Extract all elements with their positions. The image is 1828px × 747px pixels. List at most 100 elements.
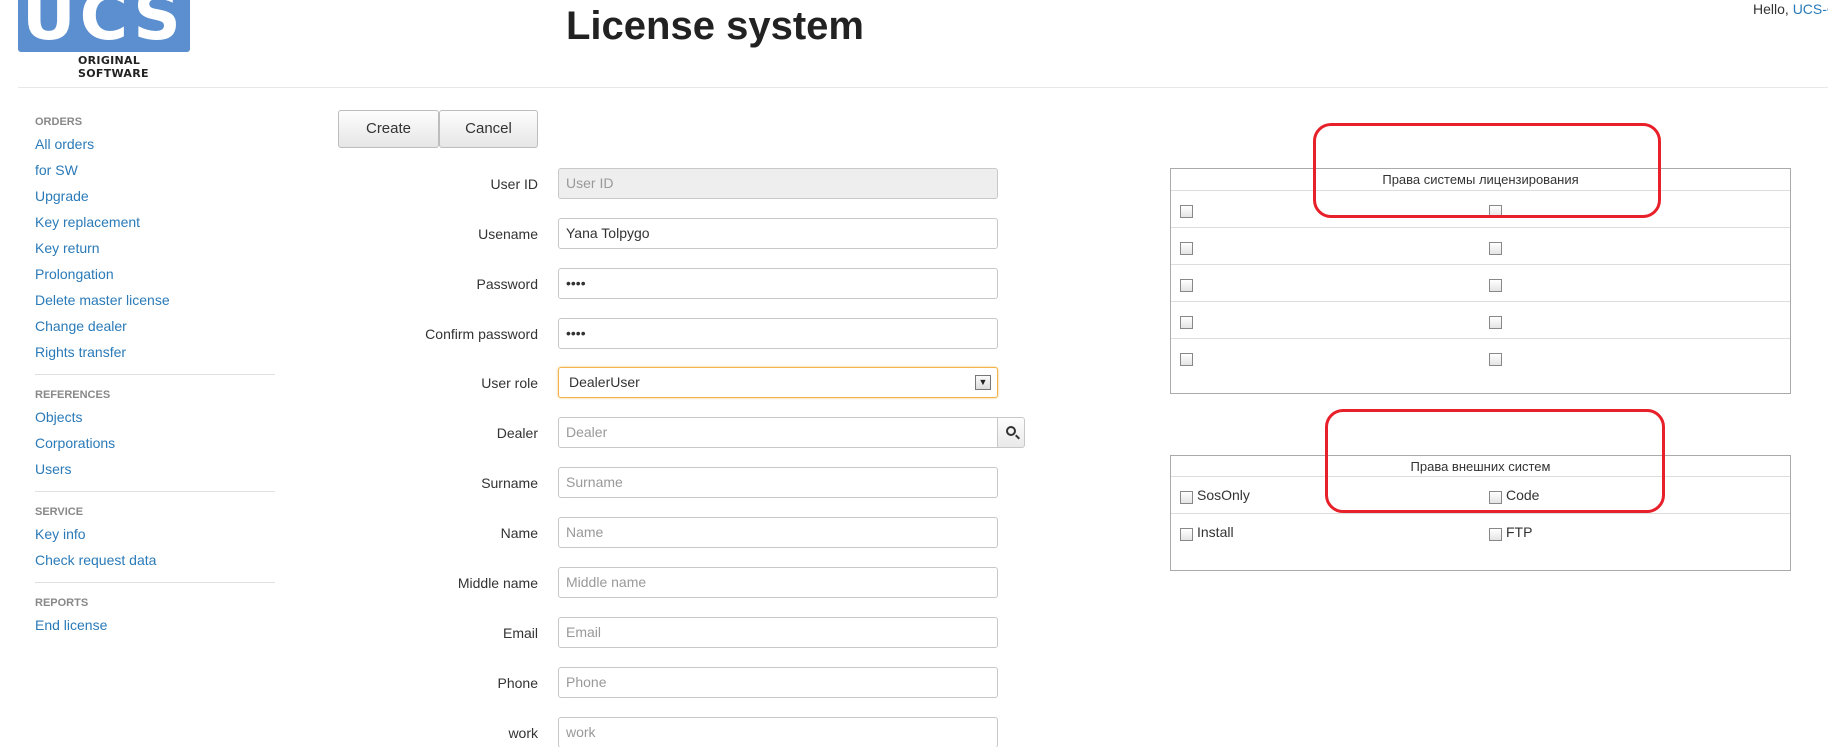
username-field[interactable]: Yana Tolpygo — [558, 218, 998, 249]
search-icon — [1006, 426, 1016, 436]
surname-field[interactable]: Surname — [558, 467, 998, 498]
password-label: Password — [476, 276, 538, 292]
external-rights-row: Install FTP — [1171, 514, 1790, 551]
surname-label: Surname — [481, 475, 538, 491]
chevron-down-icon[interactable]: ▼ — [975, 375, 991, 390]
user-id-field: User ID — [558, 168, 998, 199]
name-label: Name — [500, 525, 538, 541]
confirm-password-row: Confirm password •••• — [338, 318, 1038, 350]
surname-row: Surname Surname — [338, 467, 1038, 499]
nav-item-objects[interactable]: Objects — [35, 408, 275, 434]
name-row: Name Name — [338, 517, 1038, 549]
middle-name-field[interactable]: Middle name — [558, 567, 998, 598]
logo-mark: UCS — [18, 0, 190, 52]
nav-item-end-license[interactable]: End license — [35, 616, 275, 642]
licensing-right-checkbox[interactable] — [1180, 316, 1193, 329]
licensing-rights-row — [1171, 265, 1790, 302]
annotation-highlight — [1325, 409, 1665, 513]
nav-item-key-info[interactable]: Key info — [35, 525, 275, 551]
work-field[interactable]: work — [558, 717, 998, 747]
user-id-row: User ID User ID — [338, 168, 1038, 200]
password-field[interactable]: •••• — [558, 268, 998, 299]
ucs-logo[interactable]: UCS ORIGINAL SOFTWARE — [18, 0, 193, 80]
licensing-rights-row — [1171, 339, 1790, 376]
page-title: License system — [566, 4, 864, 48]
ftp-label: FTP — [1506, 524, 1533, 540]
phone-row: Phone Phone — [338, 667, 1038, 699]
licensing-right-checkbox[interactable] — [1489, 353, 1502, 366]
install-label: Install — [1197, 524, 1234, 540]
nav-section-orders: ORDERS All orders for SW Upgrade Key rep… — [35, 115, 275, 369]
email-row: Email Email — [338, 617, 1038, 649]
licensing-right-checkbox[interactable] — [1489, 316, 1502, 329]
email-label: Email — [502, 625, 538, 641]
nav-divider — [35, 491, 275, 492]
confirm-password-label: Confirm password — [425, 326, 538, 342]
confirm-password-field[interactable]: •••• — [558, 318, 998, 349]
sosonly-label: SosOnly — [1197, 487, 1250, 503]
sosonly-checkbox[interactable] — [1180, 491, 1193, 504]
nav-section-references: REFERENCES Objects Corporations Users — [35, 388, 275, 486]
install-checkbox[interactable] — [1180, 528, 1193, 541]
nav-item-delete-master-license[interactable]: Delete master license — [35, 291, 275, 317]
nav-item-change-dealer[interactable]: Change dealer — [35, 317, 275, 343]
header-divider — [18, 87, 1828, 88]
create-button[interactable]: Create — [338, 110, 439, 148]
middle-name-row: Middle name Middle name — [338, 567, 1038, 599]
nav-section-reports: REPORTS End license — [35, 596, 275, 642]
licensing-right-checkbox[interactable] — [1180, 279, 1193, 292]
dealer-row: Dealer Dealer — [338, 417, 1038, 449]
username-row: Usename Yana Tolpygo — [338, 218, 1038, 250]
nav-item-for-sw[interactable]: for SW — [35, 161, 275, 187]
phone-label: Phone — [497, 675, 538, 691]
user-greeting: Hello, UCS-C — [1753, 1, 1828, 17]
licensing-right-checkbox[interactable] — [1180, 205, 1193, 218]
nav-header-service: SERVICE — [35, 506, 84, 518]
user-role-row: User role DealerUser ▼ — [338, 367, 1038, 399]
nav-item-rights-transfer[interactable]: Rights transfer — [35, 343, 275, 369]
logo-subtitle: ORIGINAL SOFTWARE — [78, 54, 149, 80]
greeting-text: Hello, — [1753, 1, 1789, 17]
user-role-value: DealerUser — [569, 374, 640, 390]
email-field[interactable]: Email — [558, 617, 998, 648]
nav-item-upgrade[interactable]: Upgrade — [35, 187, 275, 213]
licensing-right-checkbox[interactable] — [1489, 242, 1502, 255]
nav-item-key-replacement[interactable]: Key replacement — [35, 213, 275, 239]
work-row: work work — [338, 717, 1038, 747]
nav-item-check-request-data[interactable]: Check request data — [35, 551, 275, 577]
dealer-field[interactable]: Dealer — [558, 417, 998, 448]
user-account-link[interactable]: UCS-C — [1793, 1, 1828, 17]
nav-header-orders: ORDERS — [35, 116, 83, 128]
nav-section-service: SERVICE Key info Check request data — [35, 505, 275, 577]
nav-divider — [35, 374, 275, 375]
name-field[interactable]: Name — [558, 517, 998, 548]
dealer-search-button[interactable] — [997, 417, 1025, 448]
nav-header-reports: REPORTS — [35, 597, 89, 609]
phone-field[interactable]: Phone — [558, 667, 998, 698]
user-role-label: User role — [481, 375, 538, 391]
logo-letters: UCS — [22, 0, 185, 52]
licensing-right-checkbox[interactable] — [1180, 242, 1193, 255]
licensing-right-checkbox[interactable] — [1180, 353, 1193, 366]
nav-item-corporations[interactable]: Corporations — [35, 434, 275, 460]
password-row: Password •••• — [338, 268, 1038, 300]
licensing-rights-row — [1171, 302, 1790, 339]
user-role-select[interactable]: DealerUser ▼ — [558, 367, 998, 398]
sidebar-nav: ORDERS All orders for SW Upgrade Key rep… — [35, 115, 275, 642]
nav-item-prolongation[interactable]: Prolongation — [35, 265, 275, 291]
nav-item-key-return[interactable]: Key return — [35, 239, 275, 265]
licensing-right-checkbox[interactable] — [1489, 279, 1502, 292]
work-label: work — [508, 725, 538, 741]
username-label: Usename — [478, 226, 538, 242]
user-id-label: User ID — [490, 176, 538, 192]
middle-name-label: Middle name — [457, 575, 538, 591]
cancel-button[interactable]: Cancel — [439, 110, 538, 148]
nav-header-references: REFERENCES — [35, 389, 111, 401]
ftp-checkbox[interactable] — [1489, 528, 1502, 541]
nav-item-all-orders[interactable]: All orders — [35, 135, 275, 161]
dealer-label: Dealer — [496, 425, 538, 441]
licensing-rights-row — [1171, 228, 1790, 265]
nav-divider — [35, 582, 275, 583]
nav-item-users[interactable]: Users — [35, 460, 275, 486]
annotation-highlight — [1313, 123, 1661, 218]
